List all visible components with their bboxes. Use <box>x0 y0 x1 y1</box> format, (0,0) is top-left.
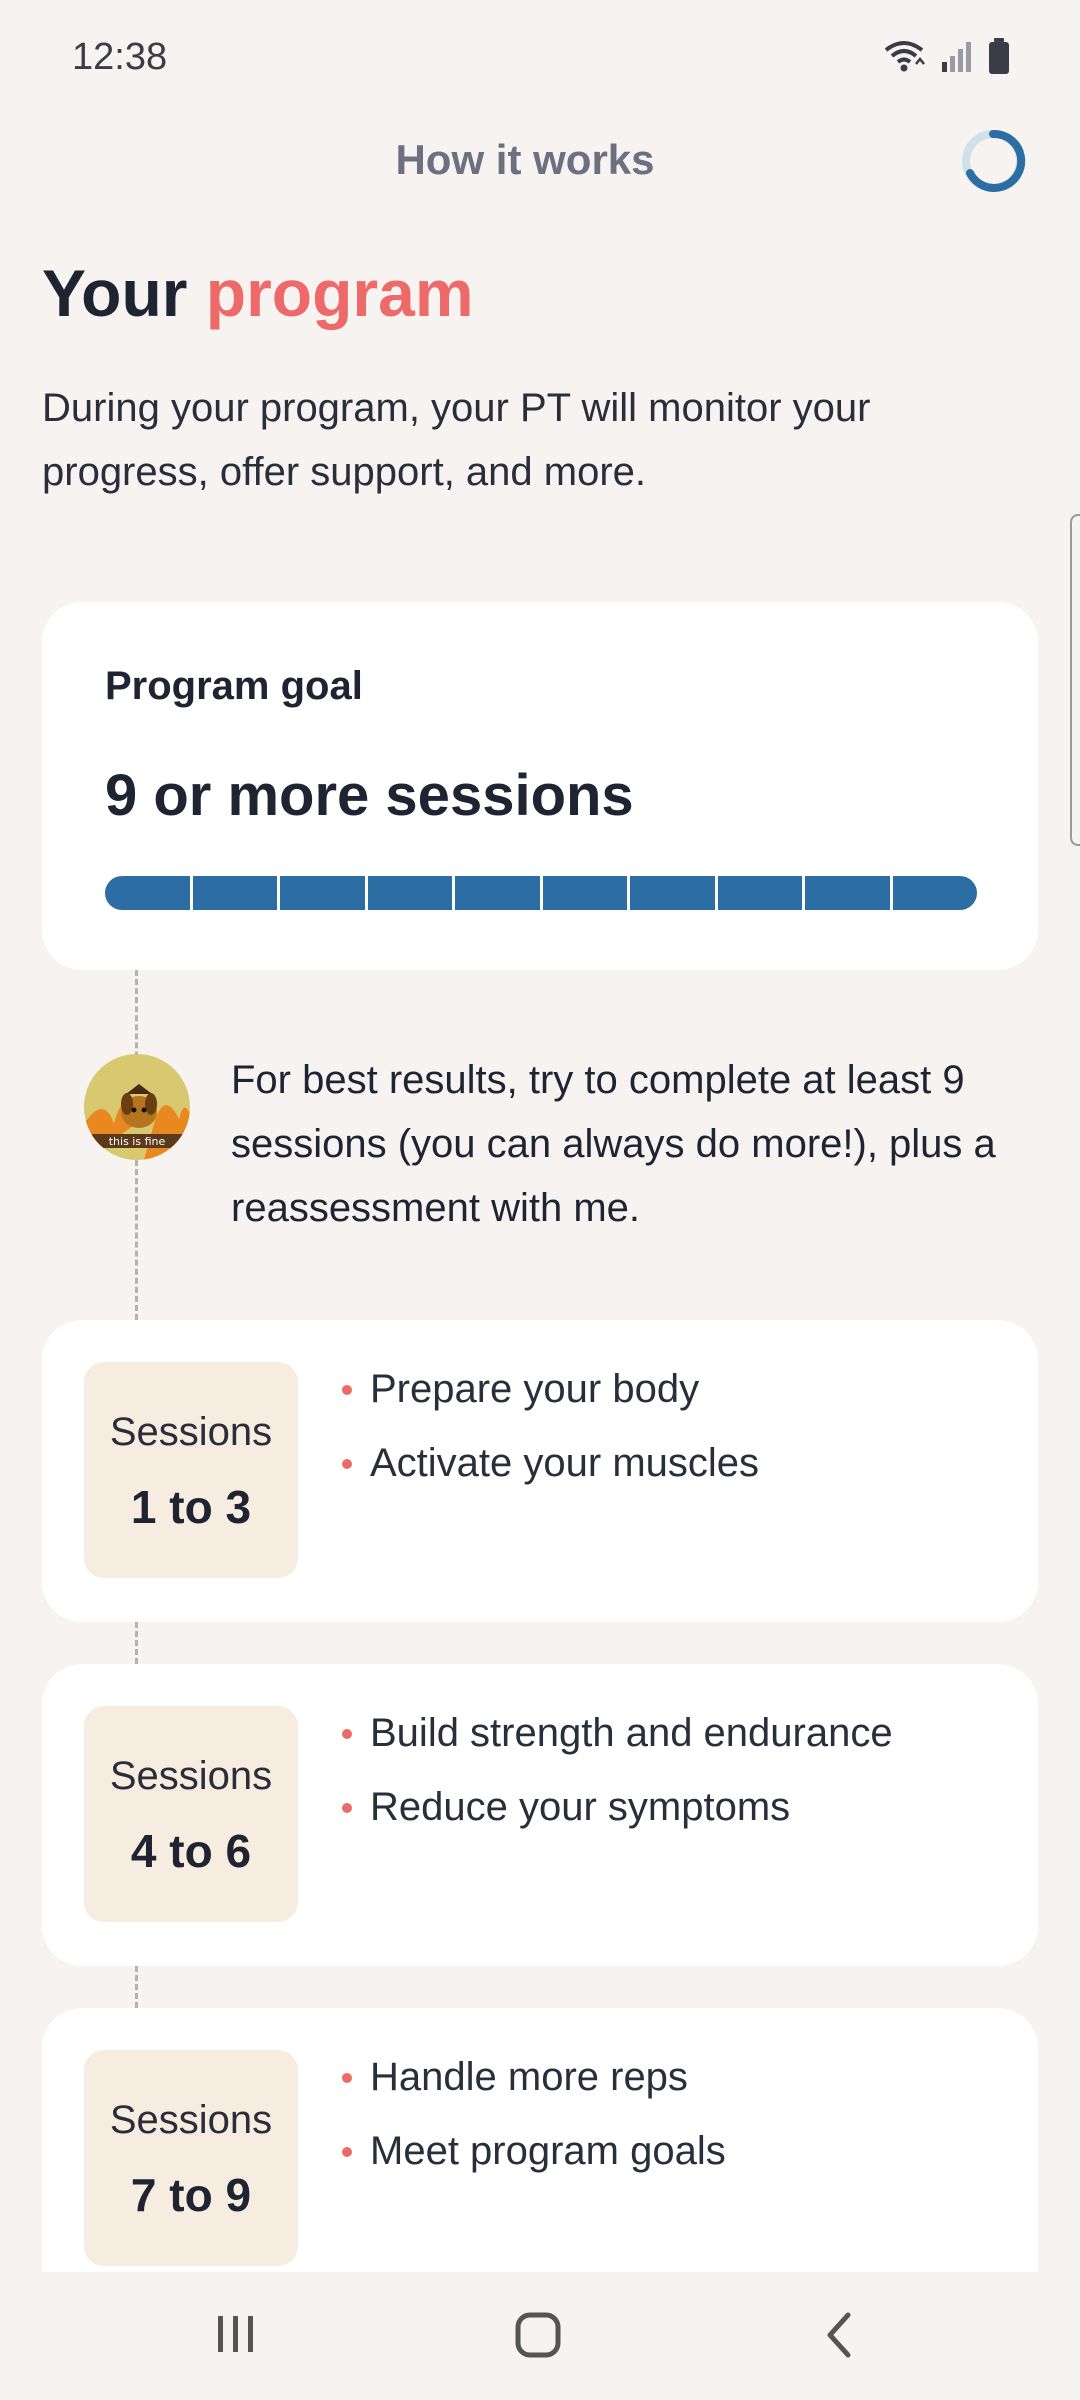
goal-progress-segment <box>805 876 890 910</box>
goal-progress-segment <box>630 876 715 910</box>
session-badge: Sessions 1 to 3 <box>84 1362 298 1578</box>
goal-value: 9 or more sessions <box>105 763 634 828</box>
list-item: Build strength and endurance <box>338 1702 998 1764</box>
dog-avatar-icon: this is fine <box>84 1054 190 1160</box>
session-badge-range: 7 to 9 <box>130 2169 252 2221</box>
scroll-handle[interactable] <box>1070 514 1080 846</box>
list-item-text: Reduce your symptoms <box>370 1785 791 1829</box>
home-icon[interactable] <box>513 2310 563 2360</box>
goal-progress-segment <box>367 876 452 910</box>
list-item-text: Meet program goals <box>370 2129 726 2173</box>
goal-progress-segment <box>717 876 802 910</box>
header: How it works <box>0 118 1080 208</box>
recent-apps-icon[interactable] <box>212 2310 260 2358</box>
bullet-icon <box>342 2147 352 2157</box>
goal-progress-bar <box>105 876 977 910</box>
header-title: How it works <box>395 136 655 183</box>
goal-progress-segment <box>455 876 540 910</box>
back-icon[interactable] <box>818 2310 862 2360</box>
session-goals-list: Handle more reps Meet program goals <box>338 2046 998 2194</box>
list-item-text: Activate your muscles <box>370 1441 760 1485</box>
goal-progress-segment <box>280 876 365 910</box>
session-badge-label: Sessions <box>109 1754 273 1798</box>
bullet-icon <box>342 2073 352 2083</box>
session-goals-list: Build strength and endurance Reduce your… <box>338 1702 998 1850</box>
program-goal-card: Program goal 9 or more sessions <box>42 602 1038 970</box>
bullet-icon <box>342 1729 352 1739</box>
list-item: Meet program goals <box>338 2120 998 2182</box>
intro-text: During your program, your PT will monito… <box>42 386 871 494</box>
bullet-icon <box>342 1459 352 1469</box>
session-badge: Sessions 7 to 9 <box>84 2050 298 2266</box>
session-badge-label: Sessions <box>109 1410 273 1454</box>
session-badge-range: 4 to 6 <box>130 1825 252 1877</box>
goal-progress-segment <box>542 876 627 910</box>
session-badge: Sessions 4 to 6 <box>84 1706 298 1922</box>
coach-avatar: this is fine <box>84 1054 190 1160</box>
list-item: Reduce your symptoms <box>338 1776 998 1838</box>
status-time: 12:38 <box>72 36 168 78</box>
wifi-icon <box>884 41 925 72</box>
session-card-2: Sessions 4 to 6 Build strength and endur… <box>42 1664 1038 1966</box>
system-nav-bar <box>0 2272 1080 2400</box>
status-bar: 12:38 <box>0 0 1080 118</box>
goal-progress-segment <box>105 876 190 910</box>
goal-label: Program goal <box>105 664 363 708</box>
timeline-connector <box>135 1622 138 1664</box>
goal-progress-segment <box>892 876 977 910</box>
coach-message: For best results, try to complete at lea… <box>231 1058 996 1230</box>
page-title-main: Your <box>42 256 188 330</box>
avatar-caption: this is fine <box>109 1135 166 1148</box>
page-title-accent: program <box>205 256 474 330</box>
bullet-icon <box>342 1385 352 1395</box>
list-item: Handle more reps <box>338 2046 998 2108</box>
list-item: Activate your muscles <box>338 1432 998 1494</box>
bullet-icon <box>342 1803 352 1813</box>
status-icons <box>882 38 1010 74</box>
session-card-1: Sessions 1 to 3 Prepare your body Activa… <box>42 1320 1038 1622</box>
session-badge-range: 1 to 3 <box>130 1481 252 1533</box>
goal-progress-segment <box>192 876 277 910</box>
list-item-text: Prepare your body <box>370 1367 700 1411</box>
timeline-connector <box>135 1966 138 2008</box>
list-item-text: Handle more reps <box>370 2055 688 2099</box>
progress-ring-icon[interactable] <box>958 126 1028 196</box>
page-title: Your program <box>42 255 474 331</box>
list-item-text: Build strength and endurance <box>370 1711 893 1755</box>
session-badge-label: Sessions <box>109 2098 273 2142</box>
session-goals-list: Prepare your body Activate your muscles <box>338 1358 998 1506</box>
battery-icon <box>989 38 1009 74</box>
list-item: Prepare your body <box>338 1358 998 1420</box>
signal-icon <box>942 42 971 72</box>
